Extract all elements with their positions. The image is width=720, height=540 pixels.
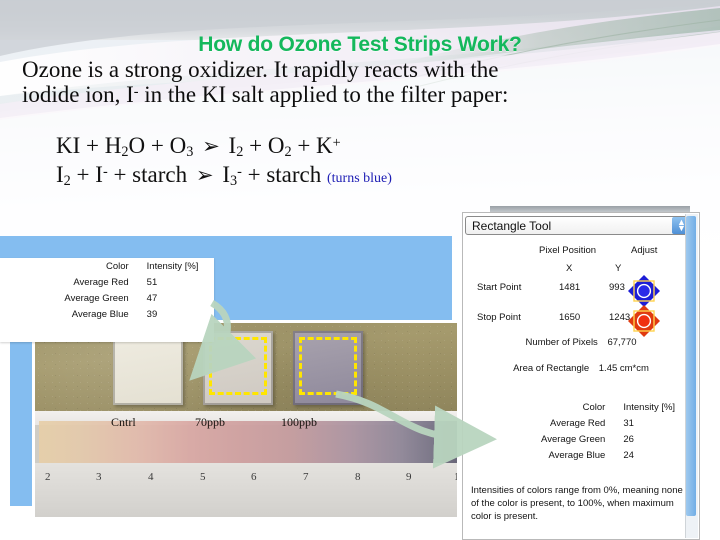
metric-value-pixels: 67,770 <box>607 337 637 348</box>
left-row-label: Average Blue <box>71 308 129 320</box>
stop-point-x: 1650 <box>559 312 581 323</box>
rectangle-tool-panel: Rectangle Tool ▲ ▼ Pixel Position Adjust … <box>462 212 700 540</box>
left-row-value: 51 <box>146 276 158 288</box>
equation-2-note: (turns blue) <box>327 170 392 186</box>
ruler-tick: 3 <box>96 471 102 483</box>
intensity-footnote: Intensities of colors range from 0%, mea… <box>471 485 683 522</box>
xy-header-row: X Y <box>463 263 699 277</box>
right-row-label: Average Blue <box>548 449 606 461</box>
ruler-tick: 9 <box>406 471 412 483</box>
left-header-intensity: Intensity [%] <box>146 260 199 272</box>
table-row: Average Red 31 <box>463 415 699 431</box>
equation-2: I2 + I- + starch ➢ I3- + starch (turns b… <box>56 161 392 190</box>
start-point-label: Start Point <box>477 282 522 293</box>
table-header-row: Color Intensity [%] <box>0 258 214 274</box>
strip-label-100ppb: 100ppb <box>281 415 317 429</box>
table-row: Average Blue 39 <box>0 306 214 322</box>
left-color-intensity-panel: Color Intensity [%] Average Red 51 Avera… <box>0 258 214 342</box>
test-strip-photo: Cntrl 70ppb 100ppb 2 3 4 5 6 7 8 9 10 <box>32 320 460 520</box>
table-row: Average Blue 24 <box>463 447 699 463</box>
ruler-tick: 7 <box>303 471 309 483</box>
header-adjust: Adjust <box>631 245 658 256</box>
lead-paragraph: Ozone is a strong oxidizer. It rapidly r… <box>22 57 509 107</box>
equation-1: KI + H2O + O3 ➢ I2 + O2 + K+ <box>56 133 341 161</box>
ruler-tick: 10 <box>454 471 460 483</box>
header-x: X <box>566 263 573 274</box>
tool-select-combobox[interactable]: Rectangle Tool ▲ ▼ <box>465 216 693 235</box>
metric-label-pixels: Number of Pixels <box>525 337 598 348</box>
metric-row-pixels: Number of Pixels 67,770 <box>463 337 699 363</box>
left-row-value: 47 <box>146 292 158 304</box>
dpad-red-icon[interactable] <box>627 304 661 338</box>
table-header-row: Color Intensity [%] <box>463 399 699 415</box>
right-header-color: Color <box>582 401 606 413</box>
dpad-blue-icon[interactable] <box>627 274 661 308</box>
metric-label-area: Area of Rectangle <box>513 363 590 374</box>
strip-window-control <box>113 331 183 405</box>
left-row-label: Average Green <box>64 292 129 304</box>
chemical-equations: KI + H2O + O3 ➢ I2 + O2 + K+ I2 + I- + s… <box>56 132 392 190</box>
stop-point-label: Stop Point <box>477 312 521 323</box>
slide-canvas: How do Ozone Test Strips Work? Ozone is … <box>0 0 720 540</box>
ruler-tick: 4 <box>148 471 154 483</box>
right-row-label: Average Red <box>550 417 606 429</box>
metric-value-area: 1.45 cm*cm <box>598 363 649 374</box>
start-point-y: 993 <box>609 282 625 293</box>
ruler-tick: 8 <box>355 471 361 483</box>
header-pixel-position: Pixel Position <box>539 245 597 256</box>
left-color-intensity-table: Color Intensity [%] Average Red 51 Avera… <box>0 258 214 322</box>
stop-point-row: Stop Point 1650 1243 <box>463 304 699 338</box>
left-row-value: 39 <box>146 308 158 320</box>
start-point-x: 1481 <box>559 282 581 293</box>
right-color-intensity-table: Color Intensity [%] Average Red 31 Avera… <box>463 399 699 463</box>
start-point-row: Start Point 1481 993 <box>463 274 699 308</box>
strip-label-control: Cntrl <box>111 415 136 429</box>
left-header-color: Color <box>105 260 129 272</box>
table-row: Average Green 47 <box>0 290 214 306</box>
selection-box-100ppb[interactable] <box>299 337 357 395</box>
page-title: How do Ozone Test Strips Work? <box>198 33 522 56</box>
table-row: Average Red 51 <box>0 274 214 290</box>
strip-label-70ppb: 70ppb <box>195 415 225 429</box>
table-row: Average Green 26 <box>463 431 699 447</box>
column-header-row: Pixel Position Adjust <box>463 241 699 263</box>
ruler-tick: 5 <box>200 471 206 483</box>
panel-scrollbar-thumb[interactable] <box>686 216 696 516</box>
right-row-label: Average Green <box>541 433 606 445</box>
panel-scrollbar[interactable] <box>685 214 698 538</box>
header-y: Y <box>615 263 622 274</box>
selection-box-70ppb[interactable] <box>209 337 267 395</box>
strip-labels: Cntrl 70ppb 100ppb <box>35 415 457 435</box>
tool-select-value: Rectangle Tool <box>472 218 552 233</box>
ruler-tick: 2 <box>45 471 51 483</box>
ruler-scale: 2 3 4 5 6 7 8 9 10 <box>35 463 457 517</box>
tool-panel-body: Pixel Position Adjust X Y Start Point 14… <box>463 241 699 463</box>
metric-row-area: Area of Rectangle 1.45 cm*cm <box>463 363 699 389</box>
left-row-label: Average Red <box>73 276 129 288</box>
ruler-tick: 6 <box>251 471 257 483</box>
